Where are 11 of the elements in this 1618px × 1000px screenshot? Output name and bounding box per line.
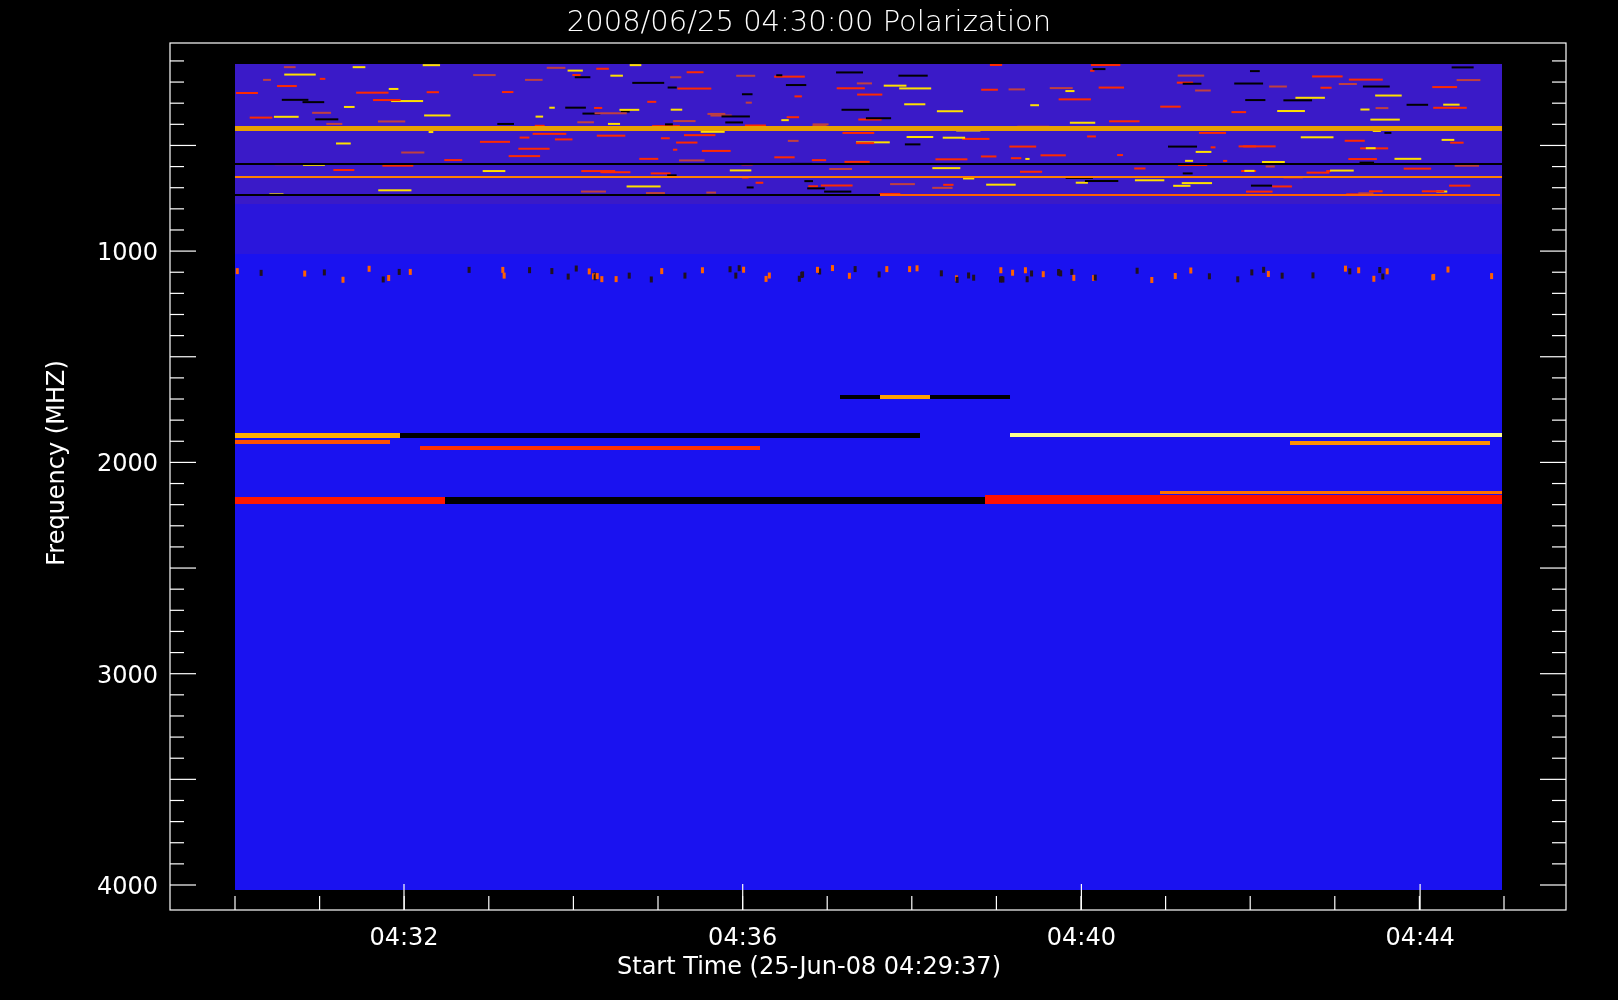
tick-label: 1000 <box>96 238 158 266</box>
tick-label: 04:32 <box>369 923 439 951</box>
tick-label: 04:40 <box>1046 923 1116 951</box>
tick-label: 04:44 <box>1385 923 1455 951</box>
tick-label: 3000 <box>96 660 158 689</box>
axis-label: Start Time (25-Jun-08 04:29:37) <box>617 952 1001 980</box>
tick-label: 04:36 <box>708 923 778 951</box>
tick-label: 4000 <box>96 871 158 900</box>
tick-label: 2000 <box>96 449 158 478</box>
plot-title: 2008/06/25 04:30:00 Polarization <box>566 4 1052 38</box>
axis-label: Frequency (MHZ) <box>42 360 70 566</box>
